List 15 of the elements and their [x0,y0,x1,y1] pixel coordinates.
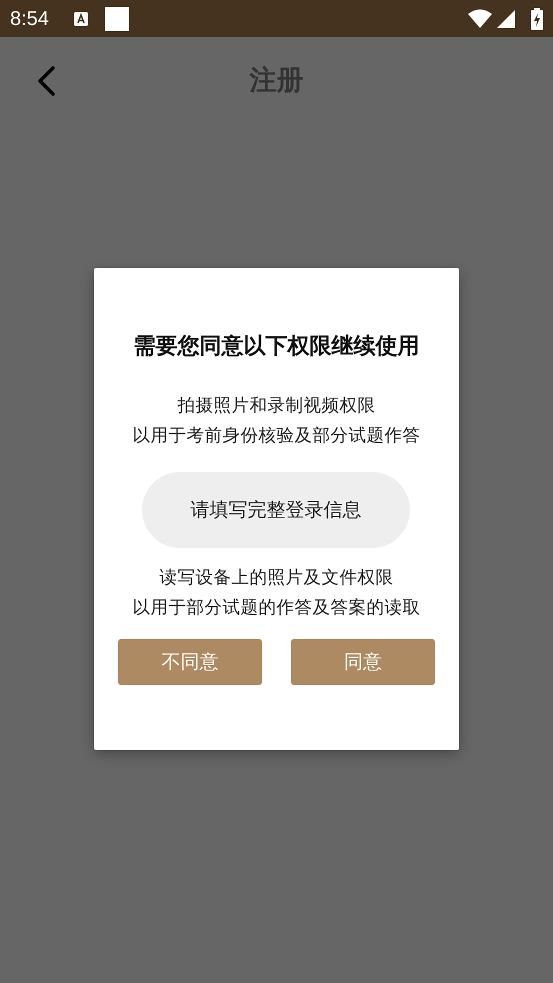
notification-icon [72,10,89,26]
clock: 8:54 [10,6,49,32]
agree-button[interactable]: 同意 [291,639,435,685]
signal-icon [497,10,515,28]
battery-icon [531,8,543,30]
dialog-title: 需要您同意以下权限继续使用 [132,333,420,361]
toast-message: 请填写完整登录信息 [142,472,410,548]
permission-name: 读写设备上的照片及文件权限 [158,567,394,590]
permission-purpose: 以用于考前身份核验及部分试题作答 [132,425,422,448]
permission-name: 拍摄照片和录制视频权限 [176,395,376,418]
disagree-button[interactable]: 不同意 [118,639,262,685]
back-icon[interactable] [36,65,56,97]
permission-purpose: 以用于部分试题的作答及答案的读取 [132,597,422,620]
wifi-icon [467,8,493,28]
notification-icon [104,6,129,30]
